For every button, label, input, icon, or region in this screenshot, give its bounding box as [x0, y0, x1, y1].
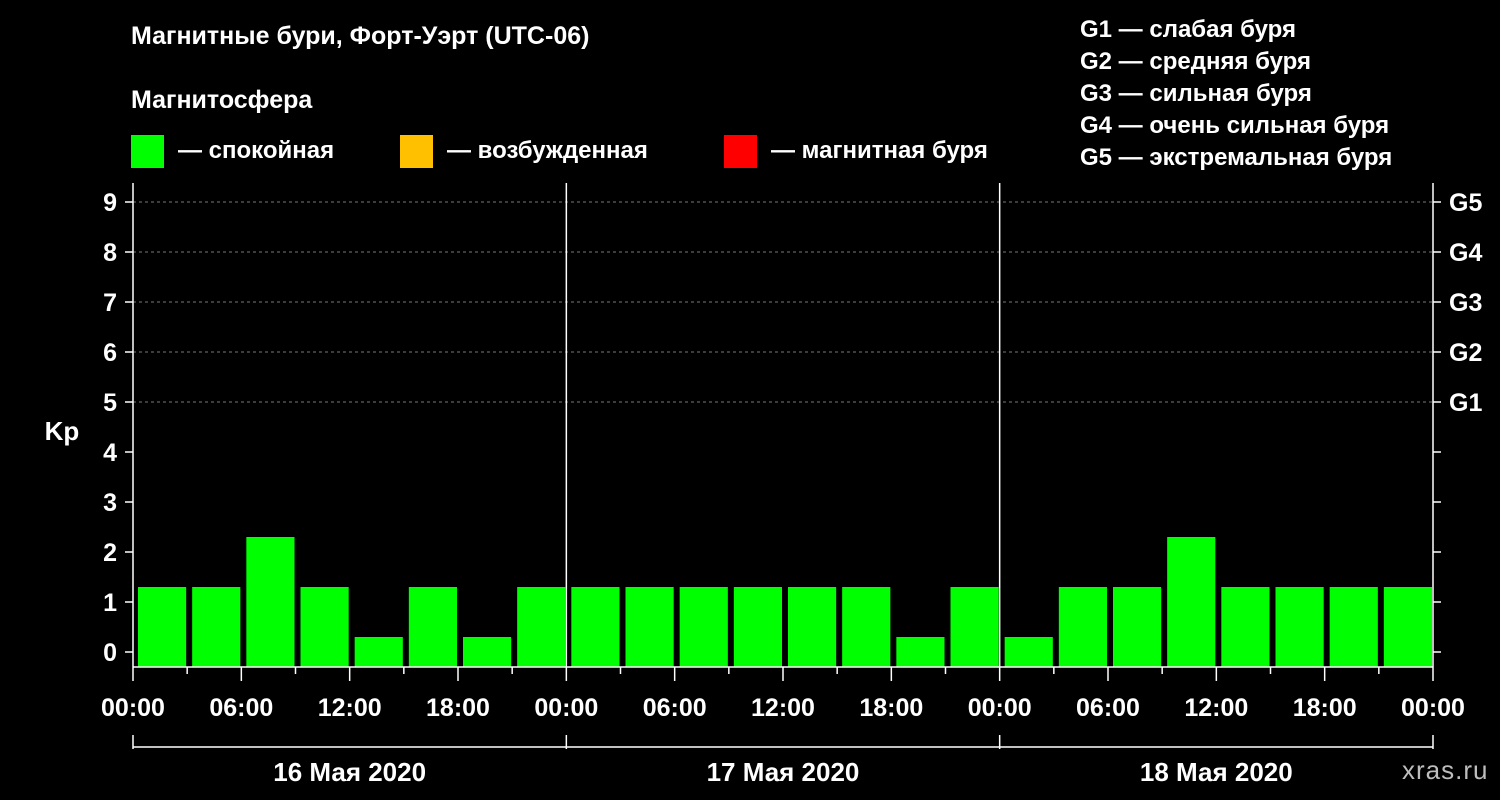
kp-bar	[1058, 587, 1107, 667]
kp-bar	[571, 587, 620, 667]
x-tick-label: 06:00	[1076, 694, 1140, 722]
kp-bar	[192, 587, 241, 667]
day-label: 17 Мая 2020	[707, 757, 860, 787]
x-tick-label: 12:00	[1184, 694, 1248, 722]
y-tick-label: 4	[103, 439, 117, 467]
kp-bar	[1275, 587, 1324, 667]
x-tick-label: 12:00	[318, 694, 382, 722]
site-watermark: xras.ru	[1402, 755, 1489, 785]
x-tick-label: 00:00	[534, 694, 598, 722]
y-tick-label: 7	[103, 289, 117, 317]
kp-bar	[1221, 587, 1270, 667]
x-tick-label: 06:00	[643, 694, 707, 722]
y-tick-label: 8	[103, 239, 117, 267]
g-level-label: G3	[1449, 289, 1482, 317]
kp-bar	[246, 537, 295, 667]
kp-bar	[896, 637, 945, 667]
x-tick-label: 18:00	[859, 694, 923, 722]
g-level-label: G2	[1449, 339, 1482, 367]
kp-bar	[733, 587, 782, 667]
kp-bar	[354, 637, 403, 667]
x-tick-label: 18:00	[426, 694, 490, 722]
kp-bar	[300, 587, 349, 667]
kp-bar	[1167, 537, 1216, 667]
y-tick-label: 6	[103, 339, 117, 367]
g-level-label: G1	[1449, 389, 1482, 417]
kp-bar-chart: 0 1 2 3 4 5 6 7 8 9 G1 G2 G3 G4 G5 Kp 00:00 06:00 12:00 18:…	[45, 183, 1482, 787]
kp-bar	[679, 587, 728, 667]
y-tick-label: 9	[103, 189, 117, 217]
y-tick-label: 0	[103, 639, 117, 667]
x-tick-label: 00:00	[968, 694, 1032, 722]
kp-bar	[1329, 587, 1378, 667]
x-tick-label: 06:00	[209, 694, 273, 722]
kp-bar	[625, 587, 674, 667]
x-tick-label: 00:00	[101, 694, 165, 722]
x-tick-label: 18:00	[1293, 694, 1357, 722]
kp-bar	[1383, 587, 1432, 667]
y-tick-label: 3	[103, 489, 117, 517]
day-label: 18 Мая 2020	[1140, 757, 1293, 787]
y-axis-label: Kp	[45, 416, 80, 446]
kp-bar	[842, 587, 891, 667]
kp-bar	[788, 587, 837, 667]
x-tick-label: 00:00	[1401, 694, 1465, 722]
y-tick-label: 1	[103, 589, 117, 617]
kp-bar	[517, 587, 566, 667]
g-level-label: G5	[1449, 189, 1482, 217]
kp-bar	[408, 587, 457, 667]
kp-bar	[950, 587, 999, 667]
g-level-label: G4	[1449, 239, 1482, 267]
x-tick-label: 12:00	[751, 694, 815, 722]
y-tick-label: 5	[103, 389, 117, 417]
day-label: 16 Мая 2020	[273, 757, 426, 787]
kp-bar	[463, 637, 512, 667]
kp-bar	[1004, 637, 1053, 667]
kp-bar	[138, 587, 187, 667]
y-tick-label: 2	[103, 539, 117, 567]
kp-bar	[1113, 587, 1162, 667]
